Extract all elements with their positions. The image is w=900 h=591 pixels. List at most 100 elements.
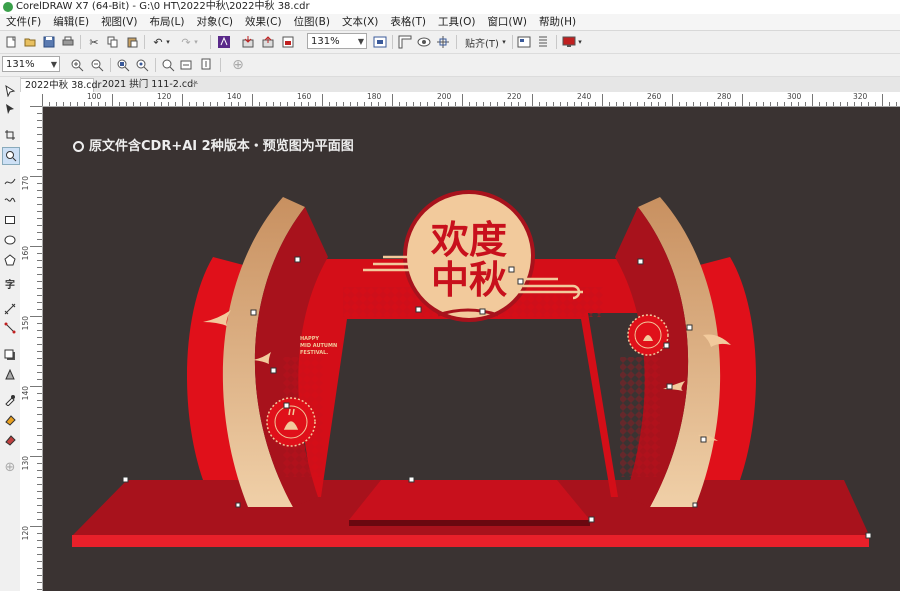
ruler-origin[interactable] <box>20 92 43 107</box>
show-guidelines-icon[interactable] <box>435 34 451 50</box>
zoom-in-icon[interactable] <box>69 57 85 73</box>
drawing-canvas[interactable]: 原文件含CDR+AI 2种版本・预览图为平面图 欢度 中秋 HAPPY MID … <box>43 107 900 591</box>
h-ruler-label: 300 <box>787 92 802 101</box>
menu-view[interactable]: 视图(V) <box>95 14 143 30</box>
vertical-ruler[interactable]: 170 160 150 140 130 120 <box>20 106 43 591</box>
smart-fill-tool-icon[interactable] <box>2 432 18 448</box>
festival-text: FESTIVAL. <box>300 350 328 356</box>
cut-icon[interactable]: ✂ <box>86 34 102 50</box>
add-icon[interactable]: ⊕ <box>230 57 246 73</box>
h-ruler-label: 240 <box>577 92 592 101</box>
rectangle-tool-icon[interactable] <box>2 212 18 228</box>
zoom-level-select[interactable]: 131% ▼ <box>307 33 367 49</box>
menu-tools[interactable]: 工具(O) <box>432 14 481 30</box>
entrance-step-edge <box>349 520 590 526</box>
horizontal-ruler[interactable]: 100 120 140 160 180 200 220 240 260 280 … <box>42 92 900 107</box>
welcome-dropdown-icon[interactable]: ▾ <box>576 34 584 50</box>
add-tool-icon[interactable]: ⊕ <box>2 459 18 475</box>
menu-edit[interactable]: 编辑(E) <box>47 14 95 30</box>
publish-pdf-icon[interactable] <box>280 34 296 50</box>
h-ruler-label: 260 <box>647 92 662 101</box>
menu-object[interactable]: 对象(C) <box>191 14 240 30</box>
new-tab-icon[interactable]: + <box>186 78 200 92</box>
open-folder-icon[interactable] <box>22 34 38 50</box>
zoom-to-page-height-icon[interactable] <box>198 57 214 73</box>
menu-table[interactable]: 表格(T) <box>384 14 432 30</box>
zoom-to-page-width-icon[interactable] <box>179 57 195 73</box>
h-ruler-label: 100 <box>87 92 102 101</box>
shape-tool-icon[interactable] <box>2 101 18 117</box>
application-launcher-icon[interactable] <box>535 34 551 50</box>
h-ruler-label: 180 <box>367 92 382 101</box>
crop-tool-icon[interactable] <box>2 127 18 143</box>
menu-help[interactable]: 帮助(H) <box>533 14 582 30</box>
zoom-tool-icon[interactable] <box>2 147 20 165</box>
search-content-icon[interactable] <box>216 34 232 50</box>
standard-toolbar: ✂ ↶ ▾ ↷ ▾ 131% ▼ 贴齐(T) ▾ ▾ <box>0 31 900 54</box>
toolbox: 字 ⊕ <box>0 77 21 591</box>
paste-icon[interactable] <box>124 34 140 50</box>
text-tool-icon[interactable]: 字 <box>2 275 18 291</box>
festival-title-line1: 欢度 <box>430 217 507 262</box>
tab-2021-arch-111-2[interactable]: 2021 拱门 111-2.cdr <box>98 78 198 92</box>
view-grid-icon[interactable] <box>416 34 432 50</box>
export-icon[interactable] <box>260 34 276 50</box>
h-ruler-label: 160 <box>297 92 312 101</box>
h-ruler-label: 280 <box>717 92 732 101</box>
menu-effects[interactable]: 效果(C) <box>239 14 288 30</box>
v-ruler-label: 170 <box>21 176 30 191</box>
welcome-screen-icon[interactable] <box>561 34 577 50</box>
save-icon[interactable] <box>41 34 57 50</box>
property-bar: 131% ▼ ⊕ <box>0 54 900 77</box>
mid-autumn-text: MID AUTUMN <box>300 343 337 349</box>
transparency-tool-icon[interactable] <box>2 367 18 383</box>
rabbit-medallion-right <box>627 314 669 356</box>
zoom-to-all-objects-icon[interactable] <box>134 57 150 73</box>
options-icon[interactable] <box>516 34 532 50</box>
smart-drawing-tool-icon[interactable] <box>2 192 18 208</box>
drop-shadow-tool-icon[interactable] <box>2 347 18 363</box>
v-ruler-label: 150 <box>21 316 30 331</box>
color-eyedropper-tool-icon[interactable] <box>2 392 18 408</box>
zoom-to-page-icon[interactable] <box>160 57 176 73</box>
print-icon[interactable] <box>60 34 76 50</box>
new-document-icon[interactable] <box>3 34 19 50</box>
import-icon[interactable] <box>240 34 256 50</box>
snap-dropdown-icon[interactable]: ▾ <box>500 34 508 50</box>
interactive-fill-tool-icon[interactable] <box>2 412 18 428</box>
copy-icon[interactable] <box>105 34 121 50</box>
snap-to-button[interactable]: 贴齐(T) <box>462 34 502 50</box>
menu-text[interactable]: 文本(X) <box>336 14 384 30</box>
menu-window[interactable]: 窗口(W) <box>481 14 533 30</box>
freehand-tool-icon[interactable] <box>2 173 18 189</box>
ellipse-tool-icon[interactable] <box>2 232 18 248</box>
menu-bitmaps[interactable]: 位图(B) <box>288 14 336 30</box>
right-arc-pattern <box>620 357 660 477</box>
zoom-to-selected-icon[interactable] <box>115 57 131 73</box>
tab-2022-mid-autumn-38[interactable]: 2022中秋 38.cdr <box>20 78 101 92</box>
h-ruler-label: 220 <box>507 92 522 101</box>
happy-text: HAPPY <box>300 336 319 342</box>
mid-autumn-arch-artwork[interactable]: 欢度 中秋 HAPPY MID AUTUMN FESTIVAL. <box>43 107 900 591</box>
pick-tool-icon[interactable] <box>2 83 18 99</box>
polygon-tool-icon[interactable] <box>2 252 18 268</box>
chevron-down-icon: ▼ <box>50 60 57 69</box>
undo-dropdown-icon[interactable]: ▾ <box>164 34 172 50</box>
v-ruler-label: 160 <box>21 246 30 261</box>
zoom-levels-select[interactable]: 131% ▼ <box>2 56 60 72</box>
parallel-dimension-tool-icon[interactable] <box>2 301 18 317</box>
h-ruler-label: 320 <box>853 92 868 101</box>
connector-tool-icon[interactable] <box>2 320 18 336</box>
menu-layout[interactable]: 布局(L) <box>143 14 190 30</box>
redo-dropdown-icon[interactable]: ▾ <box>192 34 200 50</box>
floor-edge <box>72 535 869 547</box>
menu-bar: 文件(F) 编辑(E) 视图(V) 布局(L) 对象(C) 效果(C) 位图(B… <box>0 14 900 31</box>
document-tabs: 2022中秋 38.cdr 2021 拱门 111-2.cdr + <box>20 77 900 92</box>
v-ruler-label: 140 <box>21 386 30 401</box>
show-rulers-icon[interactable] <box>397 34 413 50</box>
menu-file[interactable]: 文件(F) <box>0 14 47 30</box>
h-ruler-label: 140 <box>227 92 242 101</box>
zoom-out-icon[interactable] <box>89 57 105 73</box>
full-screen-preview-icon[interactable] <box>372 34 388 50</box>
window-title: CorelDRAW X7 (64-Bit) - G:\0 HT\2022中秋\2… <box>16 1 310 12</box>
